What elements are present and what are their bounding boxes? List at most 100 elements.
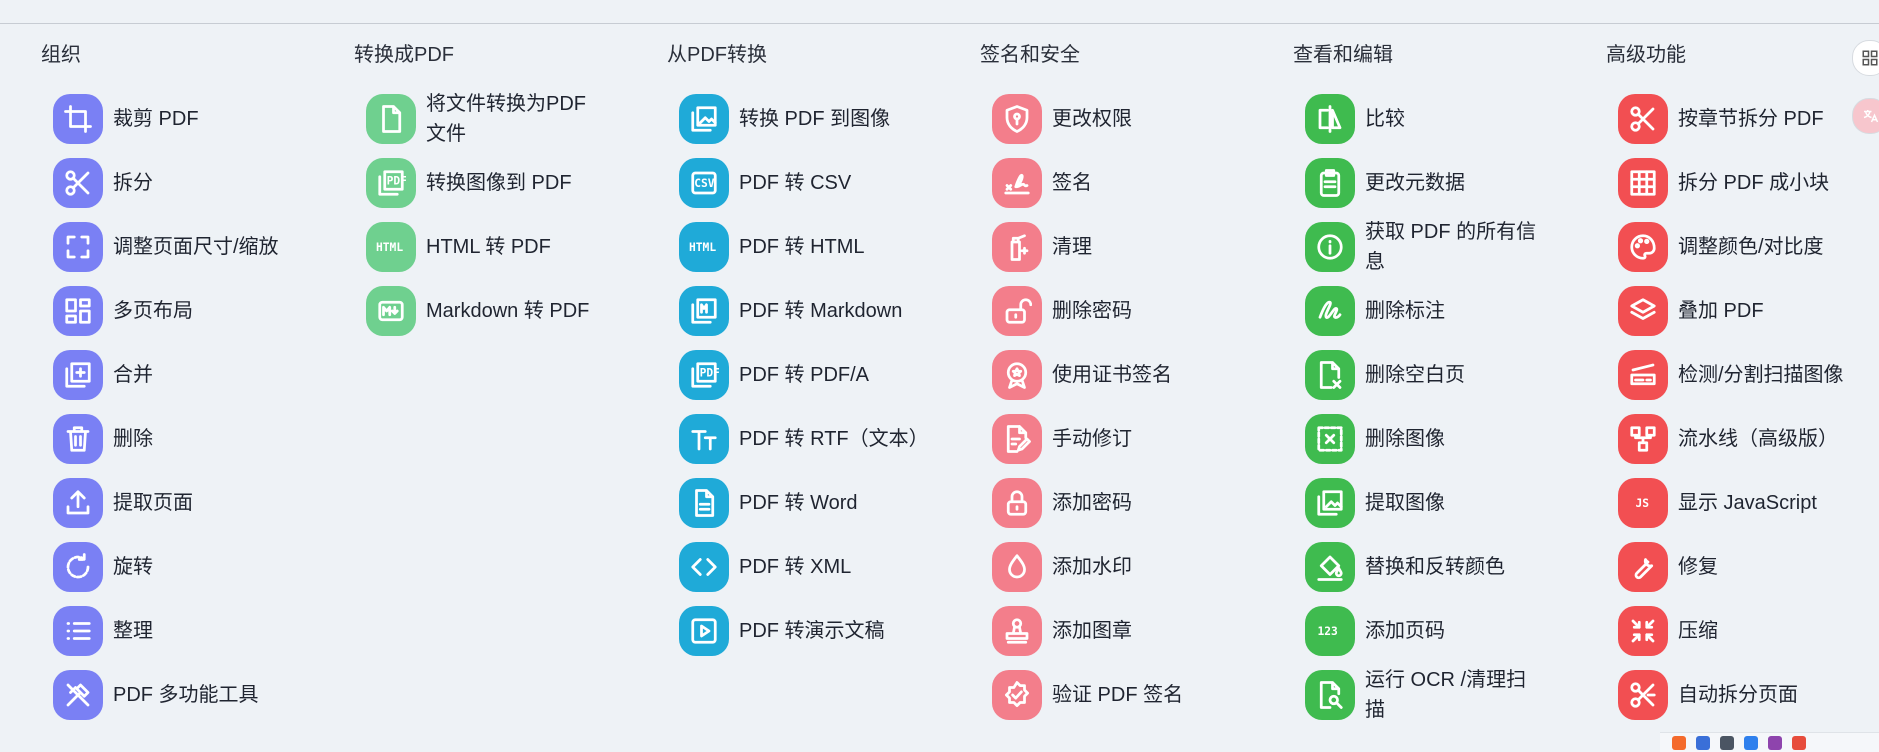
- tool-compress[interactable]: 压缩: [1618, 599, 1879, 663]
- grid-view-button[interactable]: [1852, 40, 1879, 76]
- tool-replace-invert-color[interactable]: 替换和反转颜色: [1305, 535, 1589, 599]
- tool-label: 替换和反转颜色: [1365, 556, 1505, 578]
- tool-overlay-pdf[interactable]: 叠加 PDF: [1618, 279, 1879, 343]
- shield-lock-icon: [992, 94, 1042, 144]
- tool-add-password[interactable]: 添加密码: [992, 471, 1276, 535]
- tool-file-to-pdf[interactable]: 将文件转换为PDF 文件: [366, 87, 650, 151]
- tool-pdf-to-rtf[interactable]: PDF 转 RTF（文本）: [679, 407, 963, 471]
- tool-organize[interactable]: 整理: [53, 599, 337, 663]
- tool-sign[interactable]: 签名: [992, 151, 1276, 215]
- tool-remove-blank-pages[interactable]: 删除空白页: [1305, 343, 1589, 407]
- tool-pdf-to-html[interactable]: HTML PDF 转 HTML: [679, 215, 963, 279]
- image-icon: [679, 94, 729, 144]
- top-divider: [0, 23, 1879, 24]
- auto-split-icon: [1618, 670, 1668, 720]
- tool-label: 签名: [1052, 172, 1092, 194]
- tool-label: 叠加 PDF: [1678, 300, 1764, 322]
- tool-label: 添加密码: [1052, 492, 1132, 514]
- tool-add-page-numbers[interactable]: 123 添加页码: [1305, 599, 1589, 663]
- tool-manual-redact[interactable]: 手动修订: [992, 407, 1276, 471]
- tool-crop[interactable]: 裁剪 PDF: [53, 87, 337, 151]
- tool-extract-pages[interactable]: 提取页面: [53, 471, 337, 535]
- tool-pipeline[interactable]: 流水线（高级版）: [1618, 407, 1879, 471]
- pipeline-icon: [1618, 414, 1668, 464]
- tool-remove-images[interactable]: 删除图像: [1305, 407, 1589, 471]
- grid-icon: [1618, 158, 1668, 208]
- tool-split[interactable]: 拆分: [53, 151, 337, 215]
- tool-pdf-to-word[interactable]: PDF 转 Word: [679, 471, 963, 535]
- app-icon[interactable]: [1696, 735, 1710, 750]
- tool-label: PDF 转 XML: [739, 556, 852, 578]
- tool-cert-sign[interactable]: 使用证书签名: [992, 343, 1276, 407]
- tool-verify-signature[interactable]: 验证 PDF 签名: [992, 663, 1276, 727]
- tool-label: 提取页面: [113, 492, 193, 514]
- tool-remove-annotations[interactable]: 删除标注: [1305, 279, 1589, 343]
- draw-icon: [1305, 286, 1355, 336]
- tool-label: 流水线（高级版）: [1678, 428, 1838, 450]
- tool-pdf-to-presentation[interactable]: PDF 转演示文稿: [679, 599, 963, 663]
- tool-add-stamp[interactable]: 添加图章: [992, 599, 1276, 663]
- tool-pdf-to-markdown[interactable]: PDF 转 Markdown: [679, 279, 963, 343]
- system-tray: [1660, 732, 1879, 752]
- compress-icon: [1618, 606, 1668, 656]
- tool-pdf-to-pdfa[interactable]: PDF PDF 转 PDF/A: [679, 343, 963, 407]
- tool-label: 删除标注: [1365, 300, 1445, 322]
- tool-split-by-chapters[interactable]: 按章节拆分 PDF: [1618, 87, 1879, 151]
- tool-add-watermark[interactable]: 添加水印: [992, 535, 1276, 599]
- tool-resize[interactable]: 调整页面尺寸/缩放: [53, 215, 337, 279]
- tool-get-info[interactable]: 获取 PDF 的所有信息: [1305, 215, 1589, 279]
- tool-multi-page-layout[interactable]: 多页布局: [53, 279, 337, 343]
- pdf-file-icon: PDF: [679, 350, 729, 400]
- svg-text:HTML: HTML: [689, 241, 716, 254]
- tool-pdf-to-image[interactable]: 转换 PDF 到图像: [679, 87, 963, 151]
- tool-html-to-pdf[interactable]: HTML HTML 转 PDF: [366, 215, 650, 279]
- tool-sanitize[interactable]: 清理: [992, 215, 1276, 279]
- tool-auto-split-pages[interactable]: 自动拆分页面: [1618, 663, 1879, 727]
- clipboard-icon: [1305, 158, 1355, 208]
- tool-label: 压缩: [1678, 620, 1718, 642]
- tool-rotate[interactable]: 旋转: [53, 535, 337, 599]
- tool-remove-password[interactable]: 删除密码: [992, 279, 1276, 343]
- text-format-icon: [679, 414, 729, 464]
- unlock-icon: [992, 286, 1042, 336]
- images-icon: [1305, 478, 1355, 528]
- app-icon[interactable]: [1768, 735, 1782, 750]
- tool-ocr[interactable]: 运行 OCR /清理扫描: [1305, 663, 1589, 727]
- tool-extract-images[interactable]: 提取图像: [1305, 471, 1589, 535]
- tool-pdf-to-xml[interactable]: PDF 转 XML: [679, 535, 963, 599]
- tool-markdown-to-pdf[interactable]: Markdown 转 PDF: [366, 279, 650, 343]
- tool-pdf-to-csv[interactable]: CSV PDF 转 CSV: [679, 151, 963, 215]
- tool-repair[interactable]: 修复: [1618, 535, 1879, 599]
- sanitize-icon: [992, 222, 1042, 272]
- tool-split-into-chunks[interactable]: 拆分 PDF 成小块: [1618, 151, 1879, 215]
- app-icon[interactable]: [1672, 735, 1686, 750]
- app-icon[interactable]: [1720, 735, 1734, 750]
- tool-multi-tool[interactable]: PDF 多功能工具: [53, 663, 337, 727]
- tool-merge[interactable]: 合并: [53, 343, 337, 407]
- tool-label: 裁剪 PDF: [113, 108, 199, 130]
- tool-detect-split-scans[interactable]: 检测/分割扫描图像: [1618, 343, 1879, 407]
- category-title: 转换成PDF: [354, 44, 454, 66]
- javascript-icon: JS: [1618, 478, 1668, 528]
- app-icon[interactable]: [1792, 735, 1806, 750]
- verified-icon: [992, 670, 1042, 720]
- tool-delete[interactable]: 删除: [53, 407, 337, 471]
- markdown-icon: [366, 286, 416, 336]
- language-button[interactable]: [1852, 98, 1879, 134]
- category-convert-from-pdf: 从PDF转换 转换 PDF 到图像 CSV PDF 转 CSV HTML PDF…: [663, 40, 963, 663]
- svg-text:JS: JS: [1636, 497, 1650, 510]
- tool-show-javascript[interactable]: JS 显示 JavaScript: [1618, 471, 1879, 535]
- category-sign-security: 签名和安全 更改权限 签名 清理 删除密码 使用证书签名 手动修订 添加密码 添…: [976, 40, 1276, 727]
- app-icon[interactable]: [1744, 735, 1758, 750]
- numbers-icon: 123: [1305, 606, 1355, 656]
- tool-compare[interactable]: 比较: [1305, 87, 1589, 151]
- tool-change-metadata[interactable]: 更改元数据: [1305, 151, 1589, 215]
- tool-adjust-colors[interactable]: 调整颜色/对比度: [1618, 215, 1879, 279]
- tool-label: 拆分: [113, 172, 153, 194]
- tool-change-permissions[interactable]: 更改权限: [992, 87, 1276, 151]
- tool-label: 删除: [113, 428, 153, 450]
- tool-label: 转换 PDF 到图像: [739, 108, 891, 130]
- tool-label: 更改权限: [1052, 108, 1132, 130]
- tool-image-to-pdf[interactable]: PDF 转换图像到 PDF: [366, 151, 650, 215]
- tools-icon: [53, 670, 103, 720]
